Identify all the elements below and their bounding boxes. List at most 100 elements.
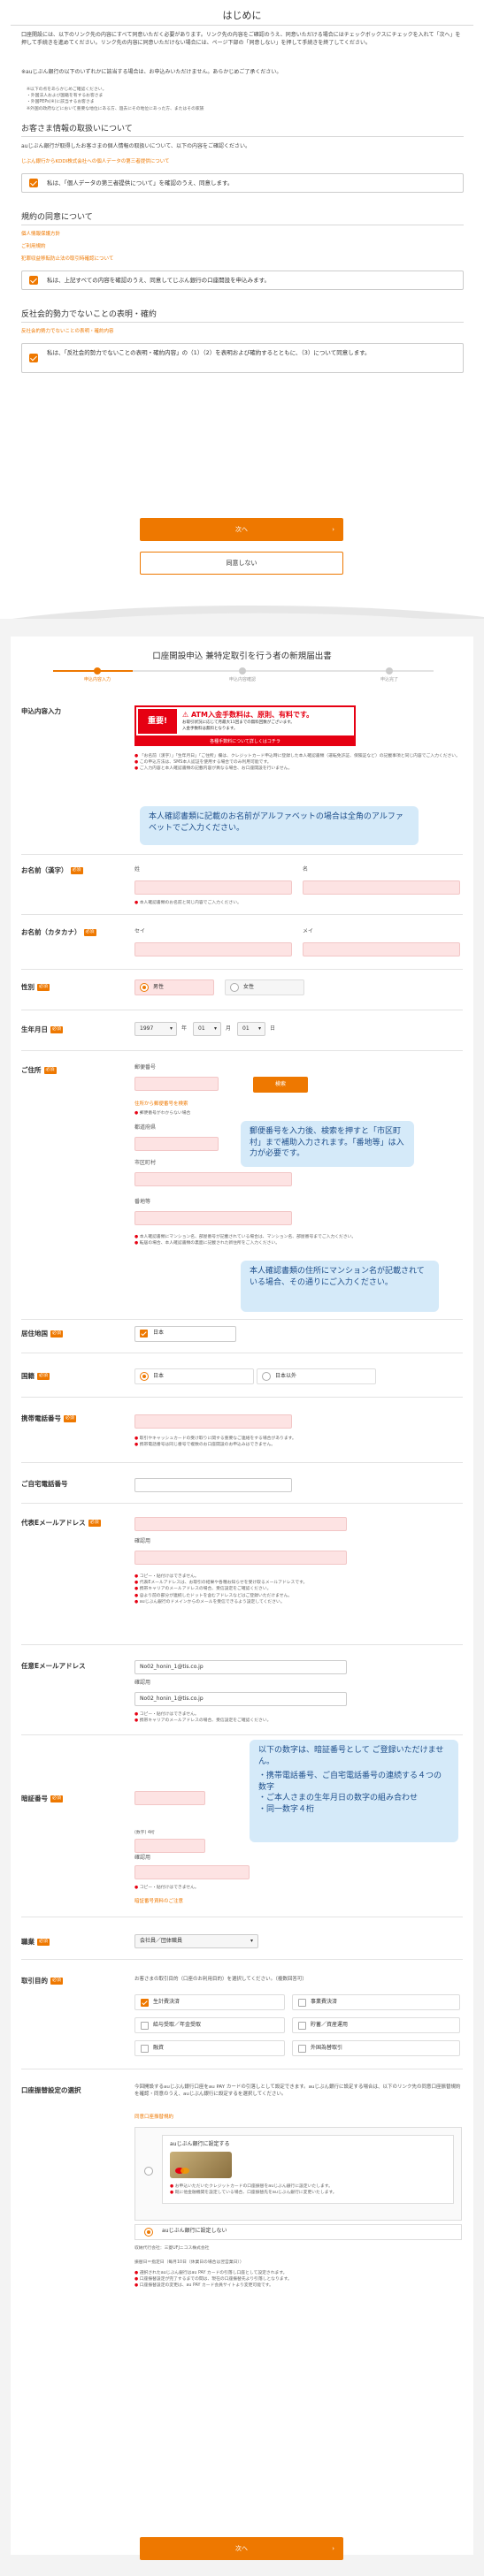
antisocial-title: 反社会的勢力でないことの表明・確約 bbox=[21, 310, 157, 319]
gender-female-option[interactable]: 女性 bbox=[225, 979, 304, 995]
linked-option-set-box[interactable]: auじぶん銀行に設定する ● お申込いただいたクレジットカードの口座振替をauじ… bbox=[134, 2127, 462, 2221]
radio-selected[interactable] bbox=[140, 983, 149, 992]
linked-option-set-radio-row[interactable] bbox=[162, 2207, 454, 2218]
address-to-postal-link[interactable]: 住所から郵便番号を検索 bbox=[134, 1101, 188, 1109]
birth-month-select[interactable]: 01 ▾ bbox=[193, 1022, 221, 1036]
job-select[interactable]: 会社員／団体職員 ▾ bbox=[134, 1934, 258, 1948]
terms-link-aml[interactable]: 犯罪収益移転防止法の取引時確認について bbox=[21, 256, 113, 263]
pin-confirm-input[interactable] bbox=[134, 1839, 205, 1853]
pref-input[interactable] bbox=[134, 1137, 219, 1151]
linked-option-none[interactable]: auじぶん銀行に設定しない bbox=[134, 2224, 462, 2240]
purpose-hint: お客さまの取引目的（口座のお利用目的）を選択してください。（複数回答可） bbox=[134, 1977, 307, 1982]
checkbox[interactable] bbox=[141, 2045, 149, 2053]
antisocial-link[interactable]: 反社会的勢力でないことの表明・確約内容 bbox=[21, 329, 113, 336]
postal-search-button[interactable]: 検索 bbox=[253, 1077, 308, 1093]
pin-input[interactable] bbox=[134, 1791, 205, 1805]
disagree-button[interactable]: 同意しない bbox=[140, 552, 343, 575]
divider bbox=[21, 1462, 463, 1463]
mei-kana-input[interactable] bbox=[303, 942, 460, 956]
address-label: ご住所 必須 bbox=[21, 1066, 57, 1074]
radio-selected[interactable] bbox=[144, 2228, 153, 2237]
purpose-option-salary[interactable]: 給与受取／年金受取 bbox=[134, 2017, 285, 2033]
nationality-japan-option[interactable]: 日本 bbox=[134, 1368, 254, 1384]
email-note: ● auじぶん銀行のドメインからのメールを受信できるよう設定してください。 bbox=[134, 1599, 285, 1604]
checkbox-checked[interactable] bbox=[29, 354, 38, 362]
purpose-option-savings[interactable]: 貯蓄／資産運用 bbox=[292, 2017, 460, 2033]
step-marker-active bbox=[94, 667, 101, 674]
terms-link-privacy[interactable]: 個人情報保護方針 bbox=[21, 232, 60, 239]
linked-option-set-label: auじぶん銀行に設定する bbox=[170, 2141, 230, 2147]
terms-checkbox-row[interactable]: 私は、上記すべての内容を確認のうえ、同意してじぶん銀行の口座開設を申込みます。 bbox=[21, 271, 464, 290]
pin-rules-tip: 以下の数字は、暗証番号として ご登録いただけません。 ・携帯電話番号、ご自宅電話… bbox=[250, 1740, 458, 1842]
antisocial-checkbox-row[interactable]: 私は、「反社会的勢力でないことの表明・確約内容」の（1）（2）を表明および確約す… bbox=[21, 343, 464, 373]
checkbox[interactable] bbox=[141, 2022, 149, 2030]
radio-selected[interactable] bbox=[140, 1372, 149, 1381]
purpose-option-forex[interactable]: 外国為替取引 bbox=[292, 2040, 460, 2056]
linked-date: 振替日＝指定日（毎月10日（休業日の場合は翌営業日）） bbox=[134, 2260, 244, 2265]
terms-link-rules[interactable]: ご利用規約 bbox=[21, 244, 46, 251]
purpose-option-business[interactable]: 事業費決済 bbox=[292, 1994, 460, 2010]
content-note: ● ご入力内容と本人確認書類の記載内容が異なる場合、お口座開設を行いません。 bbox=[134, 766, 293, 772]
purpose-option-loan[interactable]: 融資 bbox=[134, 2040, 285, 2056]
required-badge: 必須 bbox=[88, 1520, 101, 1527]
gender-male-option[interactable]: 男性 bbox=[134, 979, 214, 995]
residence-checkbox-row[interactable]: 日本 bbox=[134, 1326, 236, 1342]
email-confirm-input[interactable] bbox=[134, 1551, 347, 1565]
email-notes: ● コピー・貼付けはできません。 ● 代表Eメールアドレスは、お取引の結果や各種… bbox=[134, 1574, 462, 1605]
radio[interactable] bbox=[144, 2167, 153, 2176]
next-button-label: 次へ bbox=[235, 526, 248, 533]
checkbox-checked[interactable] bbox=[140, 1330, 148, 1338]
purpose-option-living[interactable]: 生計費決済 bbox=[134, 1994, 285, 2010]
mobile-input[interactable] bbox=[134, 1414, 292, 1429]
checkbox-checked[interactable] bbox=[29, 179, 38, 187]
sei-kana-input[interactable] bbox=[134, 942, 292, 956]
city-input[interactable] bbox=[134, 1172, 292, 1186]
pin-confirm-label: 確認用 bbox=[134, 1855, 151, 1861]
privacy-checkbox-row[interactable]: 私は、「個人データの第三者提供について」を確認のうえ、同意します。 bbox=[21, 173, 464, 193]
radio[interactable] bbox=[262, 1372, 271, 1381]
fees-detail-link[interactable]: 各種手数料について詳しくはコチラ bbox=[134, 737, 356, 746]
content-note: ● 「お名前（漢字）」「生年月日」「ご住所」欄は、クレジットカード申込時に登録し… bbox=[134, 754, 460, 758]
birth-day-select[interactable]: 01 ▾ bbox=[237, 1022, 265, 1036]
optional-email-confirm-input[interactable]: No02_honin_1@tis.co.jp bbox=[134, 1692, 347, 1706]
email-input[interactable] bbox=[134, 1517, 347, 1531]
pin-confirm-input-2[interactable] bbox=[134, 1865, 250, 1879]
checkbox-checked[interactable] bbox=[29, 276, 38, 285]
nationality-other-option[interactable]: 日本以外 bbox=[257, 1368, 376, 1384]
linked-option-note: ● お申込いただいたクレジットカードの口座振替をauじぶん銀行に設定いたします。 bbox=[170, 2184, 333, 2189]
optional-email-input[interactable]: No02_honin_1@tis.co.jp bbox=[134, 1660, 347, 1674]
divider bbox=[21, 1959, 463, 1960]
required-badge: 必須 bbox=[64, 1415, 77, 1422]
mei-input[interactable] bbox=[303, 880, 460, 895]
next-button-bottom[interactable]: 次へ › bbox=[140, 2537, 343, 2560]
postal-label: 郵便番号 bbox=[134, 1064, 157, 1071]
content-notes: ● 「お名前（漢字）」「生年月日」「ご住所」欄は、クレジットカード申込時に登録し… bbox=[134, 753, 462, 773]
required-badge: 必須 bbox=[83, 929, 96, 936]
checkbox[interactable] bbox=[298, 2045, 306, 2053]
radio[interactable] bbox=[230, 983, 239, 992]
chevron-right-icon: › bbox=[332, 526, 334, 533]
alert-icon: ⚠ bbox=[182, 711, 191, 719]
optional-email-label: 任意Eメールアドレス bbox=[21, 1662, 86, 1670]
pin-caution-link[interactable]: 暗証番号資料のご注意 bbox=[134, 1899, 183, 1906]
postal-unknown-link[interactable]: ● 郵便番号がわからない場合 bbox=[134, 1110, 190, 1117]
checkbox-checked[interactable] bbox=[141, 1999, 149, 2007]
intro-note: ・外国PEPs(※)に該当するお客さま bbox=[27, 100, 95, 105]
privacy-link[interactable]: じぶん銀行からKDDI株式会社への個人データの第三者提供について bbox=[21, 159, 170, 166]
checkbox[interactable] bbox=[298, 1999, 306, 2007]
postal-input[interactable] bbox=[134, 1077, 219, 1091]
next-button[interactable]: 次へ › bbox=[140, 518, 343, 541]
linked-terms-link[interactable]: 同意口座振替規約 bbox=[134, 2115, 173, 2122]
birth-year-select[interactable]: 1997 ▾ bbox=[134, 1022, 177, 1036]
divider bbox=[21, 1319, 463, 1320]
sei-input[interactable] bbox=[134, 880, 292, 895]
step-marker bbox=[386, 667, 393, 674]
banner-badge: 重要! bbox=[138, 709, 177, 734]
checkbox[interactable] bbox=[298, 2022, 306, 2030]
pin-tip-item: ・携帯電話番号、ご自宅電話番号の連続する４つの数字 bbox=[258, 1772, 442, 1792]
home-phone-input[interactable] bbox=[134, 1478, 292, 1492]
street-input[interactable] bbox=[134, 1211, 292, 1225]
linked-account-label: 口座振替設定の選択 bbox=[21, 2086, 81, 2094]
mansion-name-tip: 本人確認書類の住所にマンション名が記載されている場合、その通りにご入力ください。 bbox=[241, 1261, 439, 1312]
optional-email-confirm-label: 確認用 bbox=[134, 1680, 151, 1686]
